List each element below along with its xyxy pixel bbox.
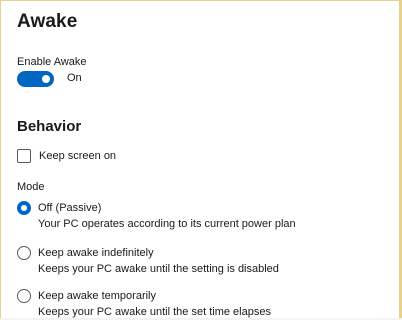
keep-screen-on-label: Keep screen on xyxy=(39,150,117,162)
mode-option-title: Keep awake temporarily xyxy=(38,290,157,302)
settings-panel: Awake Enable Awake On Behavior Keep scre… xyxy=(0,0,402,319)
enable-awake-toggle[interactable] xyxy=(17,71,54,87)
mode-option-description: Your PC operates according to its curren… xyxy=(38,218,296,230)
mode-option-off[interactable]: Off (Passive) Your PC operates according… xyxy=(17,201,296,231)
toggle-knob xyxy=(42,75,50,83)
mode-option-title: Keep awake indefinitely xyxy=(38,247,154,259)
keep-screen-on-checkbox[interactable] xyxy=(17,149,31,163)
page-title: Awake xyxy=(17,11,78,32)
toggle-state-text: On xyxy=(67,72,82,84)
mode-option-temporary[interactable]: Keep awake temporarily Keeps your PC awa… xyxy=(17,289,271,319)
radio-unselected-icon[interactable] xyxy=(17,289,31,303)
mode-label: Mode xyxy=(17,181,45,193)
enable-awake-label: Enable Awake xyxy=(17,56,87,68)
mode-option-title: Off (Passive) xyxy=(38,202,102,214)
radio-selected-icon[interactable] xyxy=(17,201,31,215)
radio-unselected-icon[interactable] xyxy=(17,246,31,260)
mode-option-indefinite[interactable]: Keep awake indefinitely Keeps your PC aw… xyxy=(17,246,279,276)
behavior-heading: Behavior xyxy=(17,118,82,135)
keep-screen-on-option[interactable]: Keep screen on xyxy=(17,149,116,163)
mode-option-description: Keeps your PC awake until the setting is… xyxy=(38,263,279,275)
